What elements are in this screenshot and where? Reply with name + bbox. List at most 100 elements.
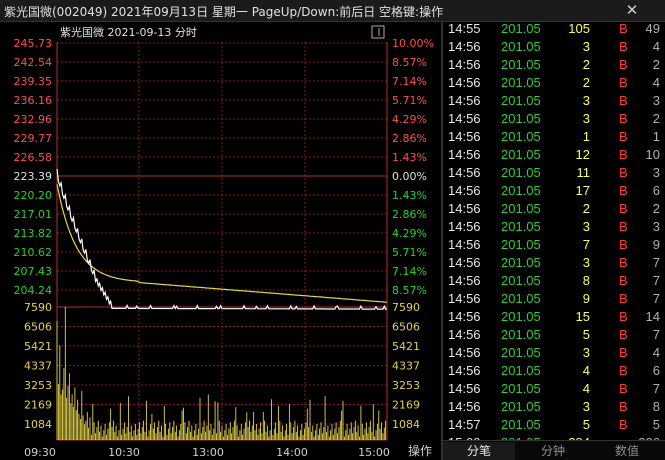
- trade-count: 10: [645, 147, 660, 162]
- volume-axis-label-right: 2169: [392, 399, 420, 412]
- volume-axis-label: 7590: [24, 301, 52, 314]
- window-title: 紫光国微(002049) 2021年09月13日 星期一 PageUp/Down…: [4, 5, 444, 19]
- trade-side: B: [619, 345, 628, 360]
- tick-trade-list[interactable]: 14:55 201.05 105 B 49 14:56 201.05 3 B 4 14:56 201.…: [443, 21, 665, 450]
- pct-axis-label: 7.14%: [392, 265, 427, 278]
- title-bar: 紫光国微(002049) 2021年09月13日 星期一 PageUp/Down…: [0, 0, 665, 22]
- trade-row: 14:57 201.05 5 B 5: [443, 416, 665, 434]
- trade-time: 14:56: [448, 93, 481, 108]
- trade-volume: 3: [582, 111, 590, 126]
- price-axis-label: 242.54: [14, 56, 53, 69]
- trade-volume: 2: [582, 57, 590, 72]
- trade-price: 201.05: [501, 363, 541, 378]
- trade-price: 201.05: [501, 417, 541, 432]
- tab-values[interactable]: 数值: [591, 442, 663, 460]
- trade-volume: 3: [582, 345, 590, 360]
- trade-side: B: [619, 57, 628, 72]
- tab-ticks[interactable]: 分笔: [443, 442, 515, 460]
- trade-volume: 11: [576, 165, 591, 180]
- trade-price: 201.05: [501, 255, 541, 270]
- volume-axis-label-right: 6506: [392, 321, 420, 334]
- trade-time: 14:56: [448, 147, 481, 162]
- trade-price: 201.05: [501, 75, 541, 90]
- time-axis-label: 09:30: [24, 446, 56, 459]
- trade-count: 4: [652, 345, 660, 360]
- trade-row: 14:56 201.05 12 B 10: [443, 146, 665, 164]
- trade-side: B: [619, 39, 628, 54]
- pct-axis-label: 8.57%: [392, 56, 427, 69]
- trade-price: 201.05: [501, 165, 541, 180]
- operate-button[interactable]: 操作: [400, 442, 440, 460]
- pct-axis-label: 4.29%: [392, 113, 427, 126]
- price-axis-label: 226.58: [14, 151, 53, 164]
- pct-axis-label: 7.14%: [392, 75, 427, 88]
- chart-header: 紫光国微 2021-09-13 分时: [60, 25, 197, 39]
- trade-time: 14:57: [448, 417, 481, 432]
- trade-price: 201.05: [501, 39, 541, 54]
- trade-time: 14:56: [448, 183, 481, 198]
- price-axis-label: 232.96: [14, 113, 53, 126]
- trade-side: B: [619, 291, 628, 306]
- trade-time: 14:56: [448, 309, 481, 324]
- trade-price: 201.05: [501, 219, 541, 234]
- price-axis-label: 239.35: [14, 75, 53, 88]
- volume-axis-label: 5421: [24, 340, 52, 353]
- trade-row: 14:56 201.05 4 B 6: [443, 362, 665, 380]
- trade-volume: 3: [582, 255, 590, 270]
- time-axis-label: 10:30: [108, 446, 140, 459]
- trade-count: 49: [645, 21, 660, 36]
- trade-count: 14: [645, 309, 660, 324]
- volume-axis-label: 6506: [24, 321, 52, 334]
- trade-count: 7: [652, 381, 660, 396]
- price-axis-label: 207.43: [14, 265, 53, 278]
- trade-count: 2: [652, 111, 660, 126]
- trade-volume: 9: [582, 291, 590, 306]
- trade-time: 14:56: [448, 57, 481, 72]
- pct-axis-label: 0.00%: [392, 170, 427, 183]
- trade-time: 14:56: [448, 273, 481, 288]
- trade-side: B: [619, 309, 628, 324]
- pct-axis-label: 2.86%: [392, 132, 427, 145]
- close-icon[interactable]: ✕: [623, 1, 641, 19]
- trade-price: 201.05: [501, 309, 541, 324]
- trade-row: 14:56 201.05 2 B 2: [443, 56, 665, 74]
- trade-row: 14:56 201.05 1 B 1: [443, 128, 665, 146]
- trade-row: 14:56 201.05 3 B 4: [443, 38, 665, 56]
- trade-volume: 105: [568, 21, 590, 36]
- trade-time: 14:56: [448, 111, 481, 126]
- trade-price: 201.05: [501, 93, 541, 108]
- trade-volume: 8: [582, 273, 590, 288]
- trade-time: 14:56: [448, 201, 481, 216]
- trade-time: 14:55: [448, 21, 481, 36]
- trade-side: B: [619, 129, 628, 144]
- trade-volume: 5: [582, 327, 590, 342]
- trade-count: 9: [652, 237, 660, 252]
- trade-side: B: [619, 219, 628, 234]
- price-axis-label: 236.16: [14, 94, 53, 107]
- trade-row: 14:56 201.05 7 B 9: [443, 236, 665, 254]
- trade-side: B: [619, 165, 628, 180]
- trade-row: 14:56 201.05 17 B 6: [443, 182, 665, 200]
- trade-volume: 3: [582, 39, 590, 54]
- trade-side: B: [619, 93, 628, 108]
- trade-time: 14:56: [448, 381, 481, 396]
- trade-count: 8: [652, 399, 660, 414]
- intraday-chart-panel: 紫光国微 2021-09-13 分时 245.73 10.00% 242.54 8.57…: [0, 22, 441, 460]
- trade-count: 3: [652, 165, 660, 180]
- volume-axis-label-right: 1084: [392, 418, 420, 431]
- trade-price: 201.05: [501, 111, 541, 126]
- time-axis-label: 13:00: [192, 446, 224, 459]
- tab-minutes[interactable]: 分钟: [517, 442, 589, 460]
- volume-axis-label-right: 4337: [392, 360, 420, 373]
- trade-count: 6: [652, 183, 660, 198]
- trade-volume: 12: [575, 147, 590, 162]
- trade-volume: 7: [582, 237, 590, 252]
- trade-time: 14:56: [448, 39, 481, 54]
- trade-volume: 3: [582, 219, 590, 234]
- trade-volume: 2: [582, 201, 590, 216]
- trade-row: 14:56 201.05 4 B 7: [443, 380, 665, 398]
- trade-row: 14:56 201.05 9 B 7: [443, 290, 665, 308]
- trade-row: 14:56 201.05 3 B 8: [443, 398, 665, 416]
- trade-price: 201.05: [501, 273, 541, 288]
- volume-axis-label-right: 7590: [392, 301, 420, 314]
